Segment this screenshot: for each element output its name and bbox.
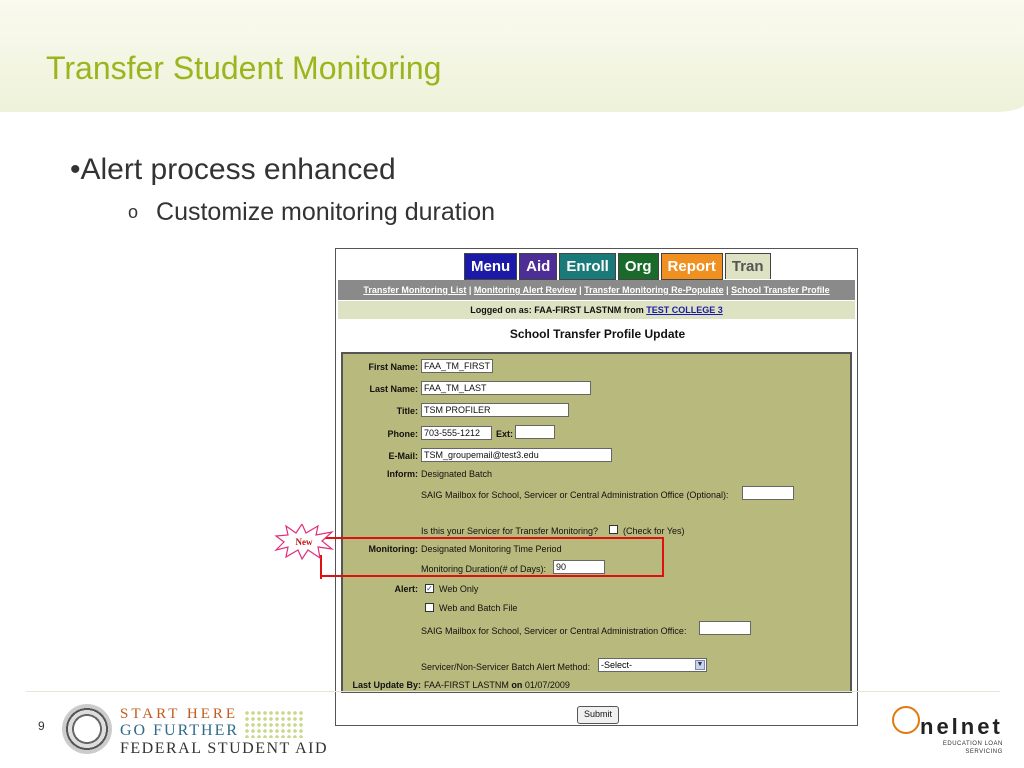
alert-method-value: -Select- — [601, 660, 633, 670]
title-input[interactable]: TSM PROFILER — [421, 403, 569, 417]
saig-optional-label: SAIG Mailbox for School, Servicer or Cen… — [421, 490, 729, 500]
last-name-input[interactable]: FAA_TM_LAST — [421, 381, 591, 395]
inform-value: Designated Batch — [421, 469, 493, 479]
nelnet-sub2: SERVICING — [965, 749, 1003, 755]
college-link[interactable]: TEST COLLEGE 3 — [646, 305, 723, 315]
nelnet-n-icon — [892, 706, 920, 734]
sub-bullet-text: Customize monitoring duration — [156, 198, 496, 226]
new-burst-icon: New — [274, 524, 334, 560]
first-name-input[interactable]: FAA_TM_FIRST — [421, 359, 493, 373]
page-number: 9 — [38, 719, 45, 733]
nav-transfer-monitoring-list[interactable]: Transfer Monitoring List — [363, 285, 466, 295]
profile-form: First Name: FAA_TM_FIRST Last Name: FAA_… — [341, 352, 852, 693]
nelnet-sub1: EDUCATION LOAN — [942, 741, 1003, 747]
application-screenshot: Menu Aid Enroll Org Report Tran Transfer… — [335, 248, 858, 726]
submit-button[interactable]: Submit — [577, 706, 620, 724]
nav-school-transfer-profile[interactable]: School Transfer Profile — [731, 285, 830, 295]
nav-monitoring-alert-review[interactable]: Monitoring Alert Review — [474, 285, 577, 295]
last-name-label: Last Name: — [369, 384, 418, 394]
logged-on-text: Logged on as: FAA-FIRST LASTNM from — [470, 305, 644, 315]
saig-required-label: SAIG Mailbox for School, Servicer or Cen… — [421, 626, 687, 636]
last-update-info: FAA-FIRST LASTNM on 01/07/2009 — [424, 680, 570, 690]
tab-tran[interactable]: Tran — [724, 253, 771, 279]
tab-enroll[interactable]: Enroll — [559, 253, 616, 280]
email-input[interactable]: TSM_groupemail@test3.edu — [421, 448, 612, 462]
inform-label: Inform: — [387, 469, 418, 479]
saig-required-input[interactable] — [699, 621, 751, 635]
first-name-label: First Name: — [368, 362, 418, 372]
web-batch-label: Web and Batch File — [439, 603, 518, 613]
footer-divider — [26, 691, 1000, 692]
web-only-checkbox[interactable]: ✓ — [425, 584, 434, 593]
main-tabs: Menu Aid Enroll Org Report Tran — [464, 253, 773, 280]
web-only-label: Web Only — [439, 584, 479, 594]
phone-input[interactable]: 703-555-1212 — [421, 426, 492, 440]
ext-input[interactable] — [515, 425, 555, 439]
phone-label: Phone: — [387, 429, 419, 439]
alert-label: Alert: — [394, 584, 418, 594]
saig-optional-input[interactable] — [742, 486, 794, 500]
nelnet-wordmark: nelnet — [892, 706, 1003, 740]
bullet-alert-process: •Alert process enhanced — [70, 153, 396, 186]
slide-title: Transfer Student Monitoring — [46, 50, 442, 86]
nav-transfer-monitoring-repopulate[interactable]: Transfer Monitoring Re-Populate — [584, 285, 724, 295]
check-for-yes: (Check for Yes) — [623, 526, 685, 536]
department-seal-icon — [62, 704, 112, 754]
servicer-question: Is this your Servicer for Transfer Monit… — [421, 526, 599, 536]
alert-method-label: Servicer/Non-Servicer Batch Alert Method… — [421, 662, 591, 672]
highlight-box — [322, 537, 664, 577]
last-update-on: on — [511, 680, 523, 690]
last-update-label: Last Update By: — [352, 680, 421, 690]
chevron-down-icon[interactable]: ▼ — [695, 660, 705, 670]
ext-label: Ext: — [496, 429, 514, 439]
tab-menu[interactable]: Menu — [464, 253, 518, 280]
last-update-date: 01/07/2009 — [524, 680, 570, 690]
sub-bullet: o Customize monitoring duration — [128, 198, 495, 227]
title-label: Title: — [396, 406, 418, 416]
form-title: School Transfer Profile Update — [509, 327, 686, 341]
alert-method-select[interactable]: -Select- ▼ — [598, 658, 707, 672]
servicer-checkbox[interactable] — [609, 525, 618, 534]
tab-aid[interactable]: Aid — [519, 253, 558, 280]
sub-bullet-marker: o — [128, 202, 139, 222]
nelnet-logo: nelnet EDUCATION LOAN SERVICING — [892, 706, 1003, 756]
email-label: E-Mail: — [388, 451, 418, 461]
logged-on-bar: Logged on as: FAA-FIRST LASTNM from TEST… — [338, 301, 855, 319]
fsa-line3: FEDERAL STUDENT AID — [120, 740, 329, 757]
nelnet-name: nelnet — [920, 714, 1003, 739]
tab-org[interactable]: Org — [617, 253, 659, 280]
fsa-dots-decoration — [244, 710, 304, 738]
sub-nav: Transfer Monitoring List | Monitoring Al… — [338, 280, 855, 300]
tab-report[interactable]: Report — [660, 253, 723, 280]
last-update-user: FAA-FIRST LASTNM — [424, 680, 509, 690]
new-badge-text: New — [296, 537, 313, 547]
web-batch-checkbox[interactable] — [425, 603, 434, 612]
